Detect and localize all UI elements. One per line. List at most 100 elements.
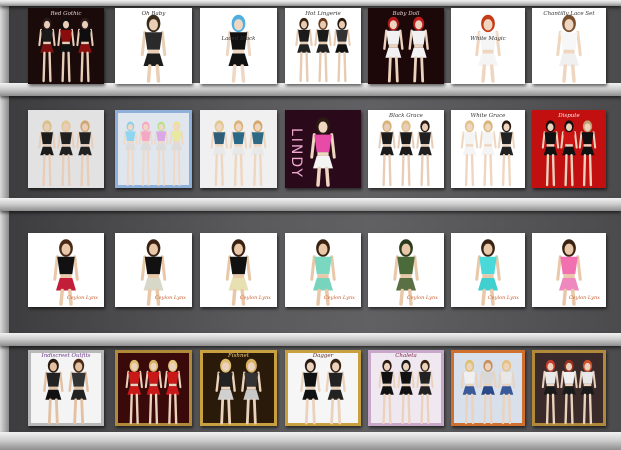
poster-artwork [460, 120, 516, 187]
model-figure [68, 358, 89, 425]
model-figure [397, 120, 415, 187]
model-figure [138, 121, 153, 186]
poster-artwork [225, 14, 252, 83]
poster-caption: Indiscreet Outfits [41, 353, 91, 359]
poster-caption: Baby Doll [392, 11, 420, 17]
model-figure [154, 121, 169, 186]
poster-chaleta-outfits[interactable]: Chaleta [368, 350, 444, 426]
shelf-side-edge [0, 0, 9, 450]
poster-red-gothic[interactable]: Red Gothic [28, 8, 104, 84]
model-figure [560, 359, 578, 425]
model-figure [578, 359, 597, 425]
poster-artwork [38, 17, 94, 83]
poster-caption: Chaleta [395, 353, 417, 359]
poster-dagger-outfits[interactable]: Dagger [285, 350, 361, 426]
poster-artwork [378, 120, 434, 187]
model-figure [541, 120, 560, 187]
poster-artwork [541, 359, 597, 425]
model-figure [556, 14, 582, 83]
poster-black-top-white-skirt[interactable]: Ceylon Lynx [115, 233, 192, 307]
model-figure [378, 359, 396, 425]
poster-artwork [383, 16, 429, 83]
poster-caption: Red Gothic [50, 11, 82, 17]
poster-black-grace[interactable]: Black Grace [368, 110, 444, 188]
model-figure [383, 16, 404, 83]
poster-signature: Ceylon Lynx [406, 295, 438, 301]
poster-signature: Ceylon Lynx [487, 295, 519, 301]
poster-white-grace[interactable]: White Grace [451, 110, 525, 188]
model-figure [164, 359, 182, 425]
model-figure [43, 358, 64, 425]
poster-black-top-red-skirt[interactable]: Ceylon Lynx [28, 233, 104, 307]
model-figure [479, 120, 497, 187]
poster-blue-outfits[interactable] [451, 350, 525, 426]
poster-caption: White Magic [470, 36, 506, 42]
model-figure [460, 120, 479, 187]
model-figure [378, 120, 396, 187]
model-figure [560, 120, 578, 187]
poster-indiscreet-outfits[interactable]: Indiscreet Outfits [28, 350, 104, 426]
poster-caption: Chantilly Lace Set [543, 11, 595, 17]
poster-pink-corset-dress[interactable]: Ceylon Lynx [532, 233, 606, 307]
poster-lindy[interactable]: LINDY [285, 110, 361, 188]
model-figure [541, 359, 560, 425]
model-figure [416, 120, 434, 187]
model-figure [310, 117, 336, 187]
model-figure [125, 359, 143, 425]
poster-oh-baby[interactable]: Oh Baby [115, 8, 192, 84]
model-figure [497, 120, 516, 187]
model-figure [314, 17, 332, 83]
poster-caption: Black Grace [389, 113, 423, 119]
poster-signature: Ceylon Lynx [66, 295, 98, 301]
poster-dark-pants-outfits[interactable] [532, 350, 606, 426]
poster-denim-corsets[interactable] [200, 110, 277, 188]
model-figure [578, 120, 597, 187]
poster-artwork [556, 14, 582, 83]
model-figure [325, 358, 346, 425]
poster-leather-suits[interactable] [28, 110, 104, 188]
shelf-board-5 [0, 432, 621, 450]
poster-artwork [125, 359, 182, 425]
model-figure [140, 14, 167, 83]
poster-red-gold-outfits[interactable] [115, 350, 192, 426]
poster-fishnet-outfits[interactable]: Fishnet [200, 350, 277, 426]
poster-artwork [43, 358, 89, 425]
poster-artwork [123, 121, 184, 186]
poster-artwork [215, 358, 262, 425]
model-figure [210, 120, 228, 187]
poster-camo-outfit[interactable]: Ceylon Lynx [368, 233, 444, 307]
model-figure [57, 120, 75, 187]
poster-colored-cardigans[interactable] [115, 110, 192, 188]
model-figure [76, 120, 94, 187]
model-figure [497, 359, 516, 425]
model-figure [215, 358, 236, 425]
model-figure [57, 17, 75, 83]
model-figure [144, 359, 163, 425]
model-figure [300, 358, 321, 425]
poster-caption: Dispute [558, 113, 580, 119]
model-figure [295, 17, 313, 83]
poster-dispute[interactable]: Dispute [532, 110, 606, 188]
shelf-board-4 [0, 333, 621, 346]
poster-black-top-floral-skirt[interactable]: Ceylon Lynx [200, 233, 277, 307]
poster-teal-dress[interactable]: Ceylon Lynx [285, 233, 361, 307]
poster-signature: Ceylon Lynx [323, 295, 355, 301]
model-figure [76, 17, 94, 83]
shelf-board-1 [0, 0, 621, 6]
poster-caption: Hot Lingerie [305, 11, 341, 17]
poster-chantilly-lace-set[interactable]: Chantilly Lace Set [532, 8, 606, 84]
model-figure [397, 359, 415, 425]
poster-baby-doll[interactable]: Baby Doll [368, 8, 444, 84]
model-figure [241, 358, 262, 425]
poster-hot-lingerie[interactable]: Hot Lingerie [285, 8, 361, 84]
poster-white-magic[interactable]: White Magic [451, 8, 525, 84]
model-figure [333, 17, 351, 83]
poster-caption: Oh Baby [141, 11, 166, 17]
poster-artwork [38, 120, 94, 187]
poster-caption: White Grace [470, 113, 506, 119]
poster-laced-black[interactable]: Laced Black [200, 8, 277, 84]
model-figure [408, 16, 429, 83]
shelf-board-2 [0, 83, 621, 96]
shelf-board-3 [0, 198, 621, 211]
poster-turquoise-dress[interactable]: Ceylon Lynx [451, 233, 525, 307]
